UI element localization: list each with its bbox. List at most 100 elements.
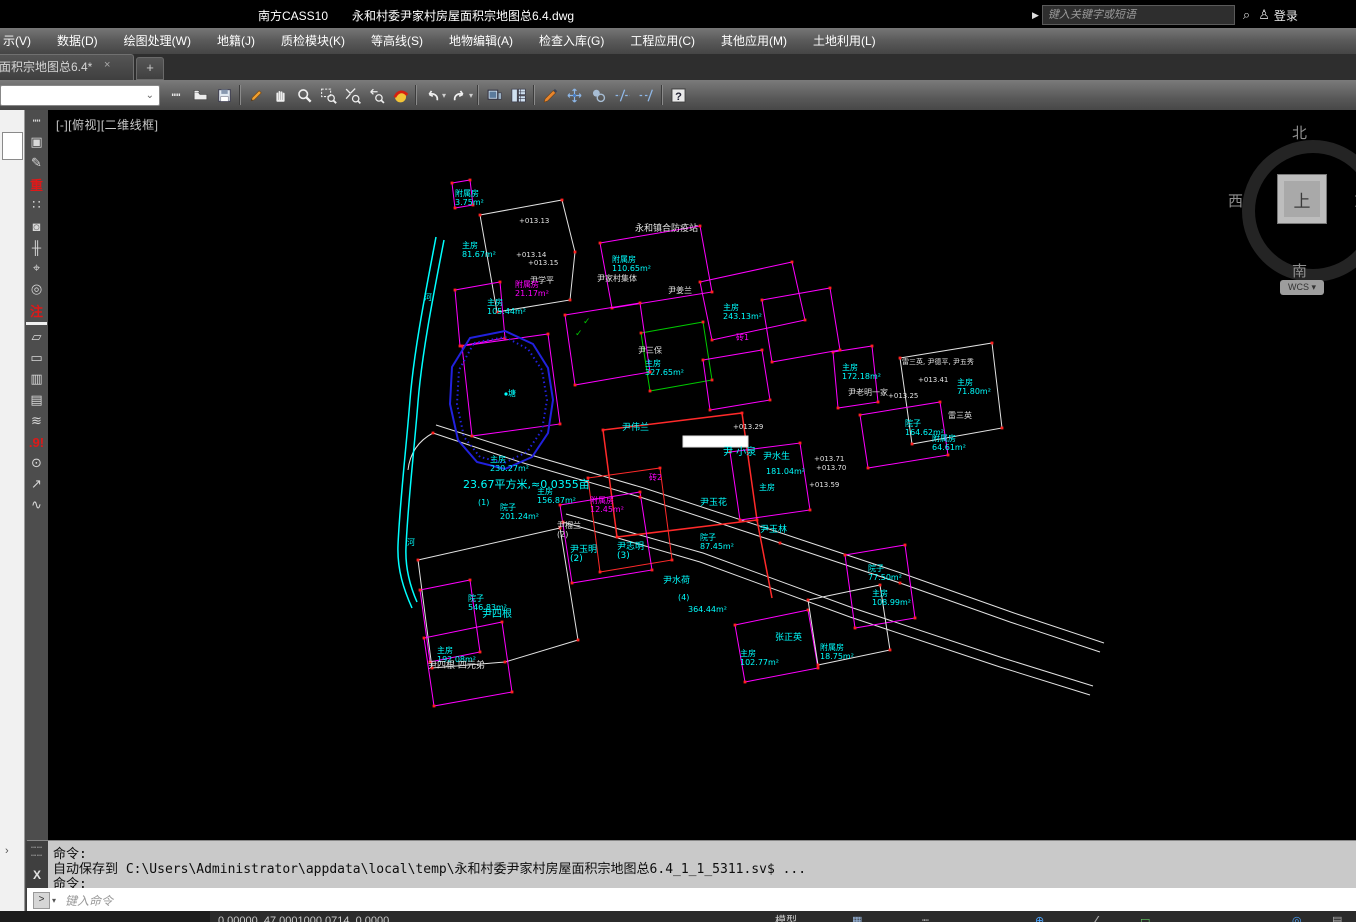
measure-icon[interactable]: ◎ (26, 279, 47, 299)
close-icon[interactable]: X (26, 868, 48, 882)
drag-grip-icon[interactable]: ┉┉┉┉ (26, 841, 48, 860)
help-button[interactable]: ? (666, 83, 690, 107)
search-collapse-arrow[interactable]: ▶ (1032, 10, 1039, 21)
login-button[interactable]: 登录 (1274, 7, 1298, 24)
sidebar-grip[interactable]: ┉ (26, 111, 47, 131)
screen-panel-button[interactable] (482, 83, 506, 107)
tab-close-icon[interactable]: × (104, 59, 110, 71)
document-tab[interactable]: 屋面积宗地图总6.4* (0, 54, 134, 80)
undo-button[interactable] (420, 83, 444, 107)
statusbar-item[interactable]: ▦ (852, 911, 862, 922)
command-panel: ┉┉┉┉ X ⚙ 命令: 自动保存到 C:\Users\Administrato… (27, 840, 1356, 889)
rectangle-icon[interactable]: ▭ (26, 348, 47, 368)
code-search-icon[interactable]: ▣ (26, 132, 47, 152)
toolbar-grip[interactable]: ┉ (164, 83, 188, 107)
stretch-icon[interactable]: ↗ (26, 474, 47, 494)
xy-locate-icon[interactable]: ⌖ (26, 258, 47, 278)
menu-item-2[interactable]: 绘图处理(W) (111, 28, 204, 54)
svg-text:院子546.83m²: 院子546.83m² (468, 593, 507, 612)
search-binoculars-icon[interactable]: ⌕ (1243, 7, 1250, 23)
menu-item-0[interactable]: 示(V) (0, 28, 44, 54)
tool-sidebar: ┉▣✎重∷◙╫⌖◎注 ▱▭▥▤≋.9!⊙↗∿ (25, 110, 49, 922)
docked-panel-edge[interactable]: › (0, 110, 25, 922)
svg-text:附属房64.61m²: 附属房64.61m² (932, 433, 966, 452)
table-cols-icon[interactable]: ▤ (26, 390, 47, 410)
svg-text:附属房12.45m²: 附属房12.45m² (590, 495, 624, 514)
svg-text:主房102.77m²: 主房102.77m² (740, 648, 779, 667)
zoom-button[interactable] (292, 83, 316, 107)
menu-item-5[interactable]: 等高线(S) (358, 28, 436, 54)
user-icon[interactable]: ♙ (1258, 7, 1270, 23)
toolbar-combo[interactable]: ⌄ (0, 85, 160, 106)
table-rows-icon[interactable]: ▥ (26, 369, 47, 389)
panel-mini-box[interactable] (2, 132, 23, 160)
command-input-row[interactable]: > ▾ 键入命令 (27, 888, 1356, 911)
svg-text:河: 河 (424, 292, 432, 302)
statusbar-item[interactable]: ⊕ (1035, 911, 1044, 922)
menu-item-8[interactable]: 工程应用(C) (617, 28, 708, 54)
zoom-scale-button[interactable] (340, 83, 364, 107)
menu-item-9[interactable]: 其他应用(M) (708, 28, 800, 54)
redline-button[interactable] (388, 83, 412, 107)
statusbar-item[interactable]: ▤ (1332, 911, 1342, 922)
status-bar: 0.00000, 47.0001000 0714, 0.0000 模型 ▦ ┉ ⊕ ∠ ▭ ◎… (0, 911, 1356, 922)
zhu-annotate-icon[interactable]: 注 (26, 300, 47, 320)
open-button[interactable] (188, 83, 212, 107)
viewcube-west[interactable]: 西 (1228, 190, 1243, 211)
menu-item-7[interactable]: 检查入库(G) (526, 28, 617, 54)
statusbar-item[interactable]: 0.00000, 47.0001000 0714, 0.0000 (218, 911, 389, 922)
command-input[interactable]: 键入命令 (65, 892, 113, 909)
viewcube-north[interactable]: 北 (1292, 122, 1307, 143)
section-icon[interactable]: ╫ (26, 237, 47, 257)
break-line-button[interactable] (610, 83, 634, 107)
squiggle-icon[interactable]: ≋ (26, 411, 47, 431)
group-circles-button[interactable] (586, 83, 610, 107)
statusbar-item[interactable]: ┉ (922, 911, 929, 922)
panel-expand-chevron[interactable]: › (5, 845, 9, 857)
command-prompt-icon[interactable]: > (33, 892, 50, 909)
svg-text:主房71.80m²: 主房71.80m² (957, 377, 991, 396)
statusbar-item[interactable]: ▭ (1140, 911, 1150, 922)
svg-text:雷三英: 雷三英 (948, 410, 972, 420)
point-grid-icon[interactable]: ∷ (26, 195, 47, 215)
move-button[interactable] (562, 83, 586, 107)
chevron-down-icon: ⌄ (146, 90, 154, 101)
menu-item-10[interactable]: 土地利用(L) (800, 28, 889, 54)
viewcube-top-face[interactable]: 上 (1277, 174, 1327, 224)
camera-rotate-icon[interactable]: ◙ (26, 216, 47, 236)
match-properties-button[interactable] (538, 83, 562, 107)
drawing-canvas[interactable]: [-][俯视][二维线框] 主房105.44m²主房81.67m²附属房3.75… (48, 110, 1356, 840)
menu-item-6[interactable]: 地物编辑(A) (436, 28, 526, 54)
menu-item-1[interactable]: 数据(D) (44, 28, 111, 54)
search-input[interactable]: 键入关键字或短语 (1042, 5, 1235, 25)
zoom-window-button[interactable] (316, 83, 340, 107)
svg-text:尹水荷: 尹水荷 (663, 574, 690, 586)
spline-icon[interactable]: ∿ (26, 495, 47, 515)
decimal-icon[interactable]: .9! (26, 432, 47, 452)
svg-text:永和镇合防疫站: 永和镇合防疫站 (635, 222, 698, 234)
break-line2-button[interactable] (634, 83, 658, 107)
statusbar-item[interactable]: 模型 (775, 911, 797, 922)
verify-edit-icon[interactable]: ✎ (26, 153, 47, 173)
statusbar-item[interactable]: ◎ (1292, 911, 1302, 922)
pan-button[interactable] (268, 83, 292, 107)
wcs-button[interactable]: WCS ▾ (1280, 280, 1324, 295)
circle-center-icon[interactable]: ⊙ (26, 453, 47, 473)
plot-pencil-button[interactable] (244, 83, 268, 107)
view-cube[interactable]: 北 西 南 东 上 (1228, 122, 1356, 292)
statusbar-item[interactable]: ∠ (1092, 911, 1102, 922)
chong-tool-icon[interactable]: 重 (26, 174, 47, 194)
new-tab-button[interactable]: + (136, 57, 164, 80)
svg-text:23.67平方米,≈0.0355亩: 23.67平方米,≈0.0355亩 (463, 477, 590, 491)
chevron-down-icon[interactable]: ▾ (52, 896, 56, 905)
polygon-icon[interactable]: ▱ (26, 327, 47, 347)
redo-button[interactable] (447, 83, 471, 107)
menu-item-3[interactable]: 地籍(J) (204, 28, 268, 54)
chevron-down-icon[interactable]: ▾ (442, 91, 446, 100)
zoom-previous-button[interactable] (364, 83, 388, 107)
menu-item-4[interactable]: 质检模块(K) (268, 28, 358, 54)
layout-grid-button[interactable] (506, 83, 530, 107)
viewcube-south[interactable]: 南 (1292, 260, 1307, 281)
chevron-down-icon[interactable]: ▾ (469, 91, 473, 100)
save-button[interactable] (212, 83, 236, 107)
